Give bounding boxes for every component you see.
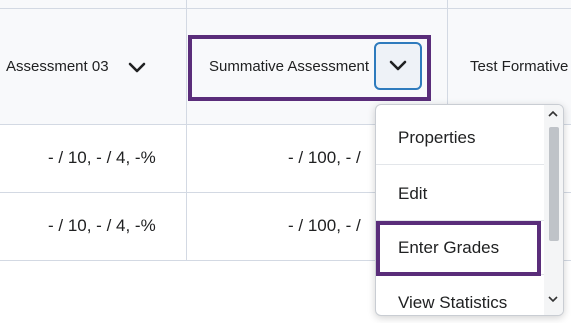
menu-separator (376, 164, 546, 165)
scroll-down-icon[interactable] (548, 295, 558, 306)
highlight-box-enter-grades (376, 221, 541, 276)
scroll-thumb[interactable] (549, 127, 559, 241)
column-header-assessment-03[interactable]: Assessment 03 (6, 58, 109, 75)
menu-item-view-statistics[interactable]: View Statistics (398, 293, 507, 313)
grade-cell[interactable]: - / 10, - / 4, -% (48, 216, 156, 236)
header-top-border (0, 8, 571, 9)
menu-item-properties[interactable]: Properties (398, 128, 475, 148)
scroll-up-icon[interactable] (548, 109, 558, 120)
grade-cell[interactable]: - / 100, - / (288, 216, 361, 236)
column-header-test-formative[interactable]: Test Formative (470, 58, 568, 75)
column-context-menu: Properties Edit Enter Grades View Statis… (375, 104, 564, 316)
menu-item-edit[interactable]: Edit (398, 184, 427, 204)
highlight-box-column-header (188, 35, 431, 101)
menu-scrollbar[interactable] (544, 105, 563, 315)
chevron-down-icon[interactable] (128, 62, 146, 74)
grade-cell[interactable]: - / 10, - / 4, -% (48, 148, 156, 168)
column-separator (186, 0, 187, 260)
grade-cell[interactable]: - / 100, - / (288, 148, 361, 168)
